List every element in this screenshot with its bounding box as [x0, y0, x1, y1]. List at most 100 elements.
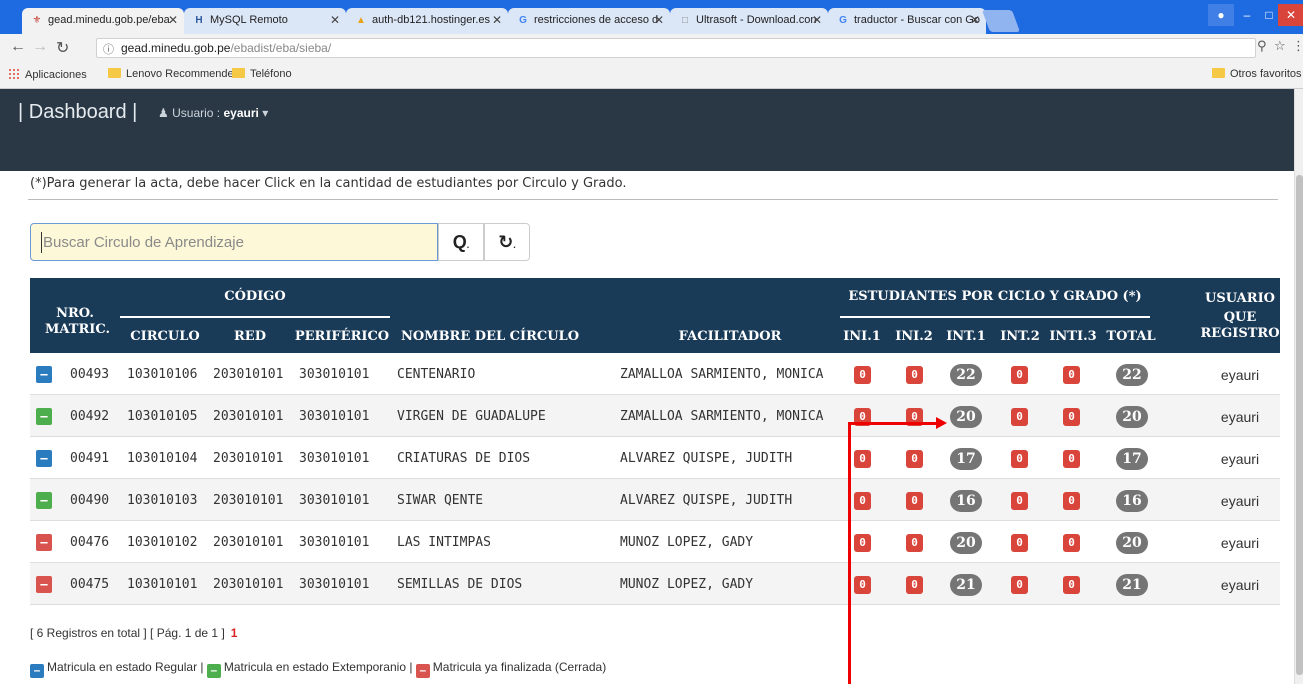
- user-menu[interactable]: ♟ Usuario : eyauri ▾: [158, 106, 268, 120]
- cell-red: 203010101: [213, 577, 284, 592]
- annotation-arrow-line: [848, 422, 851, 684]
- bookmark-telefono[interactable]: Teléfono: [232, 68, 292, 80]
- col-nombre: NOMBRE DEL CÍRCULO: [400, 329, 580, 344]
- browser-tab-4[interactable]: G restricciones de acceso d ✕: [508, 8, 670, 34]
- count-badge-inti3[interactable]: 0: [1063, 534, 1080, 552]
- count-badge-ini1[interactable]: 0: [854, 534, 871, 552]
- count-badge-total[interactable]: 22: [1116, 364, 1148, 386]
- count-badge-ini2[interactable]: 0: [906, 576, 923, 594]
- col-inti3: INTI.3: [1049, 329, 1097, 344]
- status-toggle-icon[interactable]: –: [36, 408, 52, 425]
- count-badge-total[interactable]: 17: [1116, 448, 1148, 470]
- count-badge-int2[interactable]: 0: [1011, 366, 1028, 384]
- search-button[interactable]: Q.: [438, 223, 484, 261]
- status-toggle-icon[interactable]: –: [36, 576, 52, 593]
- cell-nro: 00491: [70, 451, 110, 466]
- close-window-button[interactable]: ✕: [1278, 4, 1303, 26]
- col-circulo: CIRCULO: [130, 329, 200, 344]
- close-icon[interactable]: ✕: [970, 13, 980, 27]
- folder-icon: [232, 68, 245, 78]
- close-icon[interactable]: ✕: [168, 13, 178, 27]
- count-badge-ini1[interactable]: 0: [854, 366, 871, 384]
- col-matric: MATRIC.: [45, 322, 110, 337]
- menu-icon[interactable]: ⋮: [1292, 38, 1303, 54]
- browser-tab-5[interactable]: □ Ultrasoft - Download.con ✕: [670, 8, 828, 34]
- forward-icon[interactable]: →: [32, 38, 48, 56]
- count-badge-inti3[interactable]: 0: [1063, 450, 1080, 468]
- app-navbar: | Dashboard | ♟ Usuario : eyauri ▾: [0, 89, 1294, 171]
- count-badge-int1[interactable]: 20: [950, 532, 982, 554]
- star-icon[interactable]: ☆: [1274, 38, 1286, 54]
- bookmark-otros[interactable]: Otros favoritos: [1212, 68, 1302, 80]
- status-toggle-icon[interactable]: –: [36, 492, 52, 509]
- count-badge-ini1[interactable]: 0: [854, 492, 871, 510]
- count-badge-ini2[interactable]: 0: [906, 534, 923, 552]
- shield-icon: ⚜: [32, 15, 42, 26]
- count-badge-int2[interactable]: 0: [1011, 534, 1028, 552]
- table-row: – 00491 103010104 203010101 303010101 CRIATUR…: [30, 437, 1280, 479]
- cell-periferico: 303010101: [299, 493, 370, 508]
- zoom-icon[interactable]: ⚲: [1257, 38, 1267, 54]
- page-scrollbar[interactable]: [1294, 89, 1303, 684]
- status-toggle-icon[interactable]: –: [36, 450, 52, 467]
- cell-circulo: 103010101: [127, 577, 198, 592]
- profile-icon[interactable]: ●: [1208, 4, 1234, 26]
- google-icon: G: [839, 15, 847, 26]
- table-row: – 00493 103010106 203010101 303010101 CENTENA…: [30, 353, 1280, 395]
- count-badge-ini2[interactable]: 0: [906, 492, 923, 510]
- col-int1: INT.1: [946, 329, 986, 344]
- count-badge-total[interactable]: 21: [1116, 574, 1148, 596]
- close-icon[interactable]: ✕: [654, 13, 664, 27]
- dashboard-link[interactable]: | Dashboard |: [18, 101, 137, 124]
- count-badge-inti3[interactable]: 0: [1063, 408, 1080, 426]
- refresh-button[interactable]: ↻.: [484, 223, 530, 261]
- url-input[interactable]: ⓘ gead.minedu.gob.pe/ebadist/eba/sieba/: [96, 38, 1256, 58]
- close-icon[interactable]: ✕: [330, 13, 340, 27]
- close-icon[interactable]: ✕: [812, 13, 822, 27]
- col-facilitador: FACILITADOR: [678, 329, 782, 344]
- count-badge-total[interactable]: 20: [1116, 532, 1148, 554]
- count-badge-ini2[interactable]: 0: [906, 366, 923, 384]
- count-badge-int1[interactable]: 16: [950, 490, 982, 512]
- browser-tab-2[interactable]: H MySQL Remoto ✕: [184, 8, 346, 34]
- close-icon[interactable]: ✕: [492, 13, 502, 27]
- cell-facilitador: ZAMALLOA SARMIENTO, MONICA: [620, 409, 824, 424]
- count-badge-total[interactable]: 16: [1116, 490, 1148, 512]
- count-badge-int2[interactable]: 0: [1011, 492, 1028, 510]
- count-badge-ini2[interactable]: 0: [906, 450, 923, 468]
- count-badge-inti3[interactable]: 0: [1063, 576, 1080, 594]
- status-toggle-icon[interactable]: –: [36, 534, 52, 551]
- browser-tab-3[interactable]: ▲ auth-db121.hostinger.es ✕: [346, 8, 508, 34]
- cell-nombre: LAS INTIMPAS: [397, 535, 491, 550]
- browser-tab-6[interactable]: G traductor - Buscar con Go ✕: [828, 8, 986, 34]
- back-icon[interactable]: ←: [10, 38, 26, 56]
- bookmark-lenovo[interactable]: Lenovo Recommende: [108, 68, 234, 80]
- cell-facilitador: ALVAREZ QUISPE, JUDITH: [620, 451, 793, 466]
- count-badge-ini1[interactable]: 0: [854, 576, 871, 594]
- count-badge-ini1[interactable]: 0: [854, 450, 871, 468]
- count-badge-total[interactable]: 20: [1116, 406, 1148, 428]
- count-badge-inti3[interactable]: 0: [1063, 366, 1080, 384]
- annotation-arrow-line: [848, 422, 938, 425]
- count-badge-int2[interactable]: 0: [1011, 408, 1028, 426]
- pagination-info: [ 6 Registros en total ] [ Pág. 1 de 1 ]…: [30, 626, 237, 640]
- reload-icon[interactable]: ↻: [56, 38, 69, 58]
- count-badge-int2[interactable]: 0: [1011, 576, 1028, 594]
- count-badge-int1[interactable]: 21: [950, 574, 982, 596]
- status-toggle-icon[interactable]: –: [36, 366, 52, 383]
- table-row: – 00492 103010105 203010101 303010101 VIRGEN …: [30, 395, 1280, 437]
- page-link-1[interactable]: 1: [231, 626, 238, 640]
- new-tab-button[interactable]: [981, 10, 1021, 32]
- count-badge-int1[interactable]: 22: [950, 364, 982, 386]
- count-badge-inti3[interactable]: 0: [1063, 492, 1080, 510]
- browser-tab-1[interactable]: ⚜ gead.minedu.gob.pe/eba ✕: [22, 8, 184, 34]
- count-badge-int1[interactable]: 20: [950, 406, 982, 428]
- count-badge-int1[interactable]: 17: [950, 448, 982, 470]
- info-icon[interactable]: ⓘ: [103, 41, 114, 57]
- folder-icon: [108, 68, 121, 78]
- scrollbar-thumb[interactable]: [1296, 175, 1303, 675]
- bookmark-apps[interactable]: Aplicaciones: [8, 68, 87, 81]
- col-total: TOTAL: [1106, 329, 1156, 344]
- search-input[interactable]: Buscar Circulo de Aprendizaje: [30, 223, 438, 261]
- count-badge-int2[interactable]: 0: [1011, 450, 1028, 468]
